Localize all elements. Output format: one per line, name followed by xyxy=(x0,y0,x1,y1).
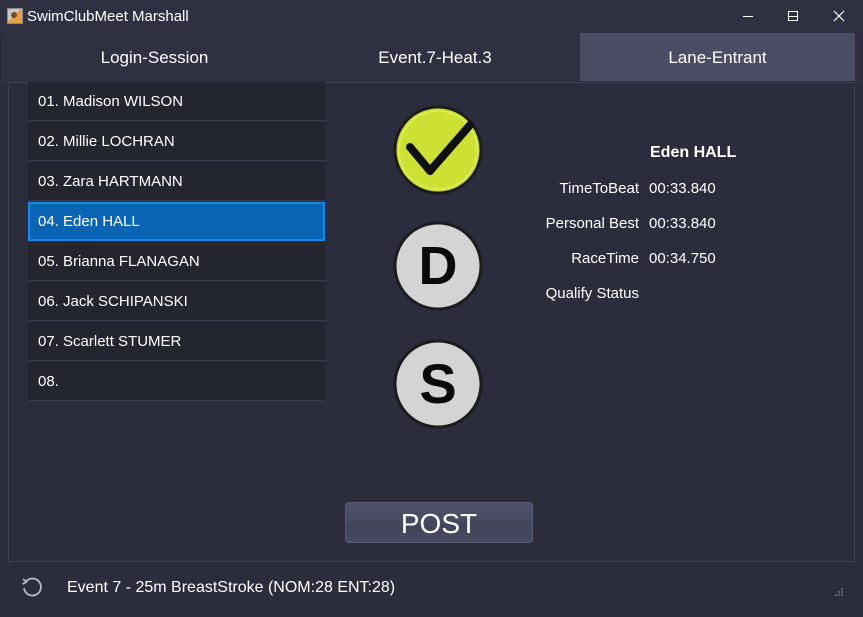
tab-lane-entrant[interactable]: Lane-Entrant xyxy=(580,33,855,81)
race-time-value: 00:34.750 xyxy=(649,250,716,267)
close-icon xyxy=(833,10,845,22)
status-text: Event 7 - 25m BreastStroke (NOM:28 ENT:2… xyxy=(67,579,396,596)
lane-row-6[interactable]: 06. Jack SCHIPANSKI xyxy=(28,282,325,321)
disqualify-button[interactable]: D xyxy=(393,221,483,311)
app-icon xyxy=(7,8,23,24)
window-title: SwimClubMeet Marshall xyxy=(27,8,189,25)
lane-row-8[interactable]: 08. xyxy=(28,362,325,401)
entrant-name: Eden HALL xyxy=(650,144,737,161)
tab-bar: Login-Session Event.7-Heat.3 Lane-Entran… xyxy=(2,33,861,81)
personal-best-label: Personal Best xyxy=(545,215,639,232)
minimize-icon xyxy=(743,16,753,17)
lane-row-2[interactable]: 02. Millie LOCHRAN xyxy=(28,122,325,161)
checkmark-icon xyxy=(393,105,483,195)
lane-row-5[interactable]: 05. Brianna FLANAGAN xyxy=(28,242,325,281)
maximize-button[interactable] xyxy=(770,0,816,33)
personal-best-value: 00:33.840 xyxy=(649,215,716,232)
refresh-icon[interactable] xyxy=(20,575,44,599)
lane-list[interactable]: 01. Madison WILSON 02. Millie LOCHRAN 03… xyxy=(28,82,325,402)
maximize-icon xyxy=(788,11,798,21)
qualify-status-label: Qualify Status xyxy=(545,285,639,302)
scratch-button[interactable]: S xyxy=(393,339,483,429)
lane-row-4[interactable]: 04. Eden HALL xyxy=(28,202,325,241)
lane-row-7[interactable]: 07. Scarlett STUMER xyxy=(28,322,325,361)
lane-row-1[interactable]: 01. Madison WILSON xyxy=(28,82,325,121)
lane-row-3[interactable]: 03. Zara HARTMANN xyxy=(28,162,325,201)
minimize-button-area[interactable] xyxy=(724,0,770,33)
tab-login-session[interactable]: Login-Session xyxy=(2,33,307,81)
scratch-icon: S xyxy=(393,339,483,429)
disqualify-icon: D xyxy=(393,221,483,311)
close-button[interactable] xyxy=(816,0,863,33)
race-time-label: RaceTime xyxy=(571,250,639,267)
disqualify-letter: D xyxy=(419,236,458,296)
post-button[interactable]: POST xyxy=(345,502,533,543)
scratch-letter: S xyxy=(419,352,456,415)
time-to-beat-label: TimeToBeat xyxy=(559,180,639,197)
resize-grip-icon[interactable] xyxy=(834,584,844,596)
tab-event-heat[interactable]: Event.7-Heat.3 xyxy=(290,33,580,81)
confirm-button[interactable] xyxy=(393,105,483,195)
time-to-beat-value: 00:33.840 xyxy=(649,180,716,197)
